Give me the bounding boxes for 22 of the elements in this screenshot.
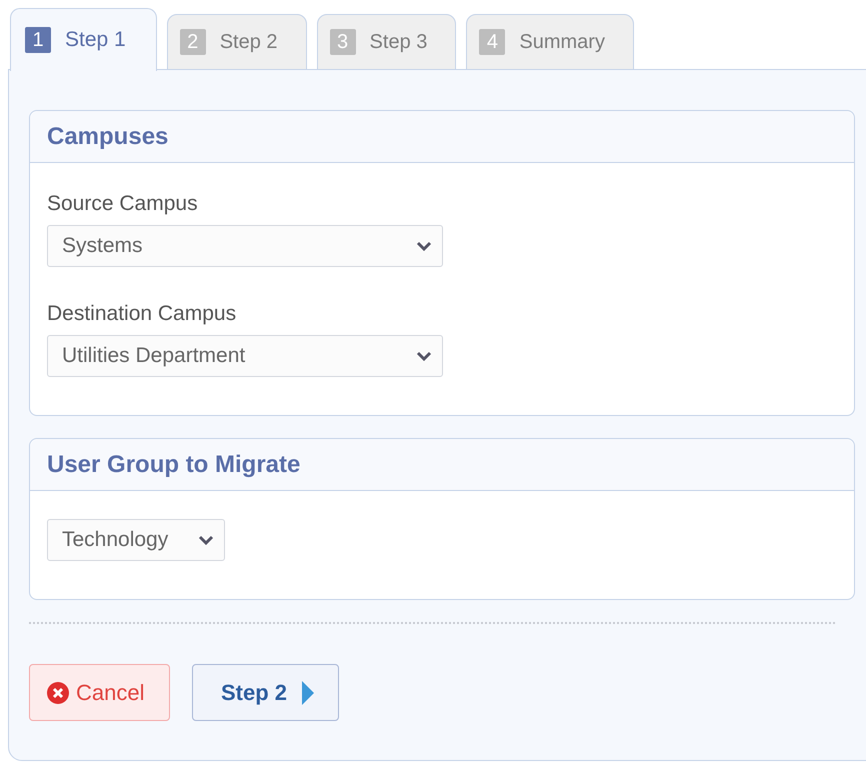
next-step-button[interactable]: Step 2: [192, 664, 339, 721]
chevron-down-icon: [416, 351, 432, 361]
section-title: User Group to Migrate: [30, 439, 854, 491]
section-title: Campuses: [30, 111, 854, 163]
dropdown[interactable]: Utilities Department: [47, 335, 443, 377]
close-icon: [46, 680, 70, 704]
step-number-badge: 4: [479, 29, 506, 55]
chevron-down-icon: [416, 241, 432, 251]
tab[interactable]: 1 Step 1: [10, 8, 157, 71]
tab[interactable]: 2 Step 2: [166, 14, 307, 70]
tab[interactable]: 3 Step 3: [316, 14, 456, 70]
field-label: Destination Campus: [47, 301, 238, 327]
play-arrow-icon: [301, 680, 316, 706]
cancel-button[interactable]: Cancel: [29, 664, 170, 721]
step-number-badge: 2: [180, 29, 206, 55]
dropdown[interactable]: Technology: [47, 519, 225, 561]
step-number-badge: 1: [25, 27, 51, 53]
dropdown[interactable]: Systems: [47, 225, 443, 267]
field-label: Source Campus: [47, 191, 199, 217]
tab[interactable]: 4 Summary: [466, 14, 634, 70]
chevron-down-icon: [198, 535, 214, 545]
step-number-badge: 3: [330, 29, 356, 55]
